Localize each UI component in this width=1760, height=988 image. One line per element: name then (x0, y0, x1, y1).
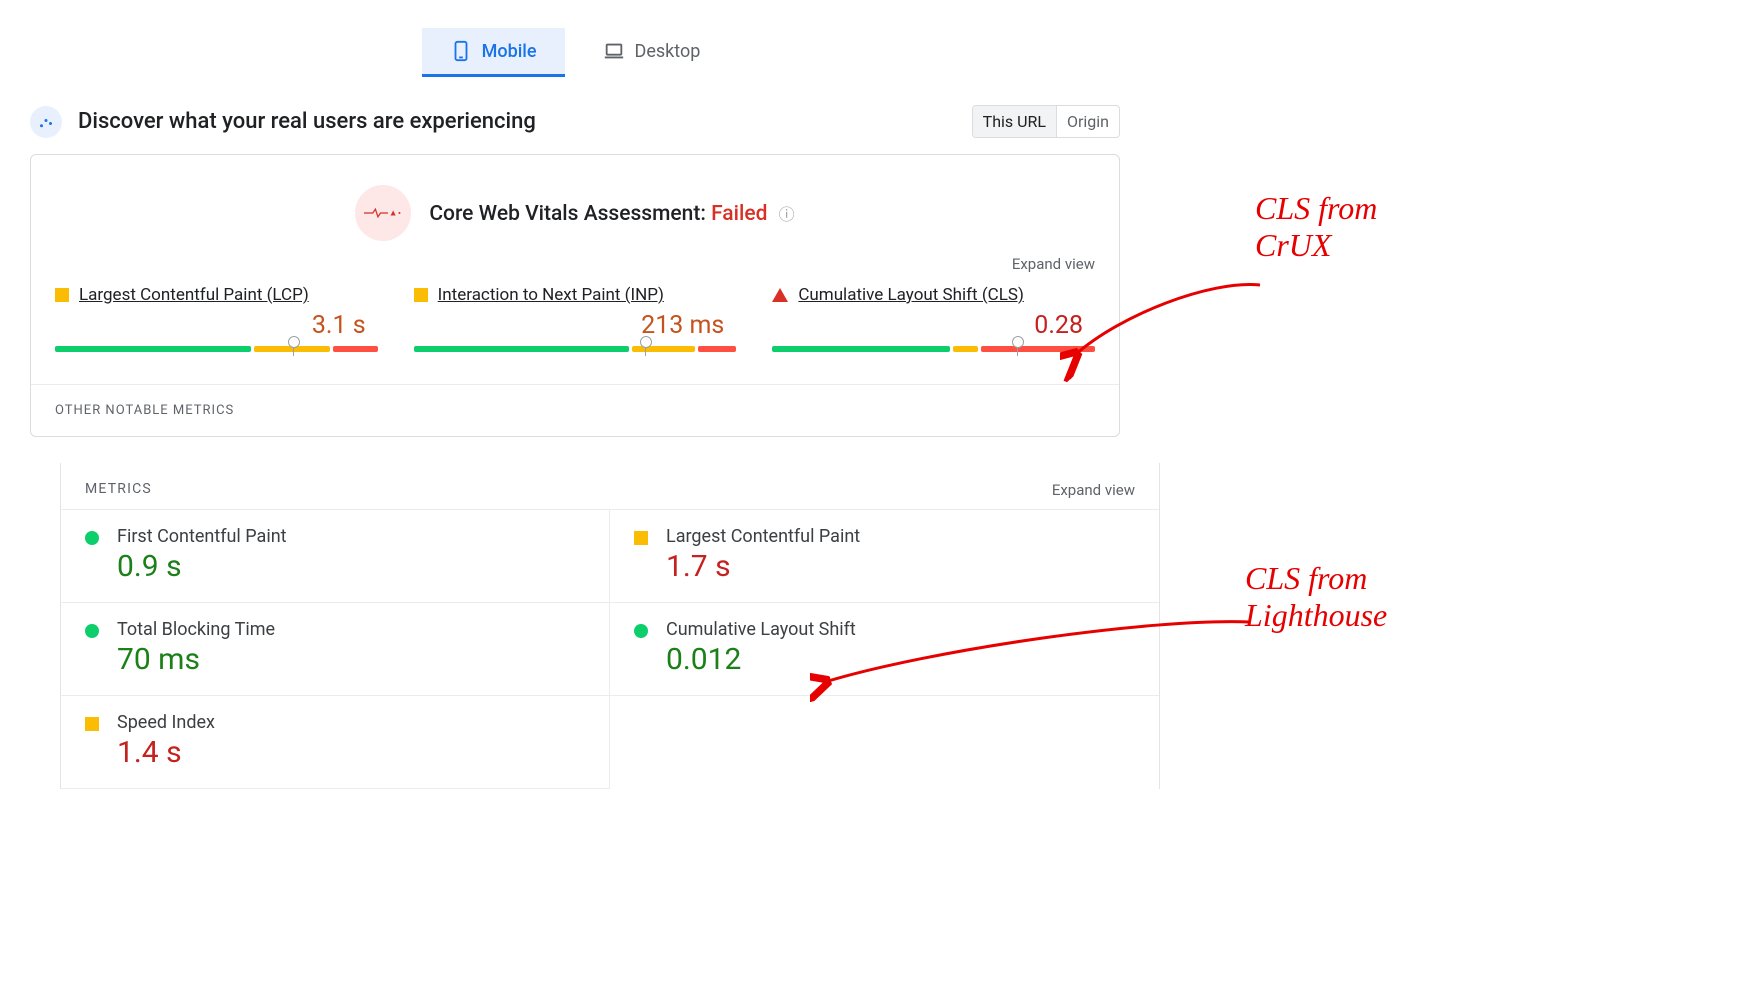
tab-mobile[interactable]: Mobile (422, 28, 565, 77)
vital-name[interactable]: Largest Contentful Paint (LCP) (79, 285, 309, 305)
distribution-bar (772, 346, 1095, 352)
distribution-bar (55, 346, 378, 352)
lh-metric-value: 0.9 s (117, 549, 287, 584)
lh-metric-name: Total Blocking Time (117, 619, 275, 640)
assessment-row: Core Web Vitals Assessment: Failed ⓘ Exp… (31, 179, 1119, 249)
crux-card: Core Web Vitals Assessment: Failed ⓘ Exp… (30, 154, 1120, 437)
smartphone-icon (450, 40, 472, 62)
square-icon (414, 288, 428, 302)
percentile-pin (640, 336, 652, 356)
assessment-status: Failed (711, 202, 767, 226)
lh-metric-0: First Contentful Paint 0.9 s (61, 510, 610, 603)
square-icon (55, 288, 69, 302)
lh-metric-value: 70 ms (117, 642, 275, 677)
crux-title: Discover what your real users are experi… (78, 109, 536, 134)
vital-1: Interaction to Next Paint (INP) 213 ms (414, 285, 737, 352)
vital-value: 3.1 s (55, 311, 366, 340)
lh-metric-value: 1.4 s (117, 735, 215, 770)
vital-value: 0.28 (772, 311, 1083, 340)
circle-icon (634, 624, 648, 638)
circle-icon (85, 624, 99, 638)
other-metrics-header: OTHER NOTABLE METRICS (31, 384, 1119, 424)
square-icon (85, 717, 99, 731)
distribution-bar (414, 346, 737, 352)
annotation-crux: CLS from CrUX (1255, 190, 1377, 264)
pulse-icon (355, 185, 411, 241)
expand-view-link[interactable]: Expand view (1012, 255, 1095, 273)
lh-metric-2: Total Blocking Time 70 ms (61, 603, 610, 696)
vital-name[interactable]: Interaction to Next Paint (INP) (438, 285, 664, 305)
scope-toggle: This URL Origin (972, 105, 1120, 138)
help-icon[interactable]: ⓘ (779, 205, 795, 224)
lighthouse-expand[interactable]: Expand view (1052, 481, 1135, 499)
lighthouse-card: METRICS Expand view First Contentful Pai… (60, 463, 1160, 789)
device-tabs: Mobile Desktop (30, 20, 1120, 93)
triangle-icon (772, 288, 788, 302)
lh-metric-name: Speed Index (117, 712, 215, 733)
percentile-pin (1012, 336, 1024, 356)
page-content: Mobile Desktop Discover what your real u… (0, 0, 1150, 809)
insights-icon (30, 106, 62, 138)
vital-value: 213 ms (414, 311, 725, 340)
lh-metric-4: Speed Index 1.4 s (61, 696, 610, 789)
lh-metric-value: 1.7 s (666, 549, 860, 584)
circle-icon (85, 531, 99, 545)
square-icon (634, 531, 648, 545)
lh-metric-value: 0.012 (666, 642, 856, 677)
scope-origin[interactable]: Origin (1056, 106, 1119, 137)
lighthouse-grid: First Contentful Paint 0.9 s Largest Con… (61, 510, 1159, 789)
annotation-lighthouse: CLS from Lighthouse (1245, 560, 1387, 634)
lighthouse-title: METRICS (85, 481, 152, 499)
crux-header: Discover what your real users are experi… (30, 93, 1120, 154)
laptop-icon (603, 40, 625, 62)
percentile-pin (288, 336, 300, 356)
vital-name[interactable]: Cumulative Layout Shift (CLS) (798, 285, 1024, 305)
vital-0: Largest Contentful Paint (LCP) 3.1 s (55, 285, 378, 352)
scope-url[interactable]: This URL (973, 106, 1056, 137)
tab-desktop[interactable]: Desktop (575, 28, 729, 77)
lh-metric-name: Cumulative Layout Shift (666, 619, 856, 640)
assessment-label: Core Web Vitals Assessment: (429, 202, 711, 226)
vitals-row: Largest Contentful Paint (LCP) 3.1 s Int… (31, 249, 1119, 370)
lh-metric-1: Largest Contentful Paint 1.7 s (610, 510, 1159, 603)
lh-metric-name: Largest Contentful Paint (666, 526, 860, 547)
lh-metric-3: Cumulative Layout Shift 0.012 (610, 603, 1159, 696)
vital-2: Cumulative Layout Shift (CLS) 0.28 (772, 285, 1095, 352)
lh-metric-name: First Contentful Paint (117, 526, 287, 547)
tab-desktop-label: Desktop (635, 41, 701, 62)
tab-mobile-label: Mobile (482, 41, 537, 62)
assessment-text: Core Web Vitals Assessment: Failed ⓘ (429, 201, 794, 226)
